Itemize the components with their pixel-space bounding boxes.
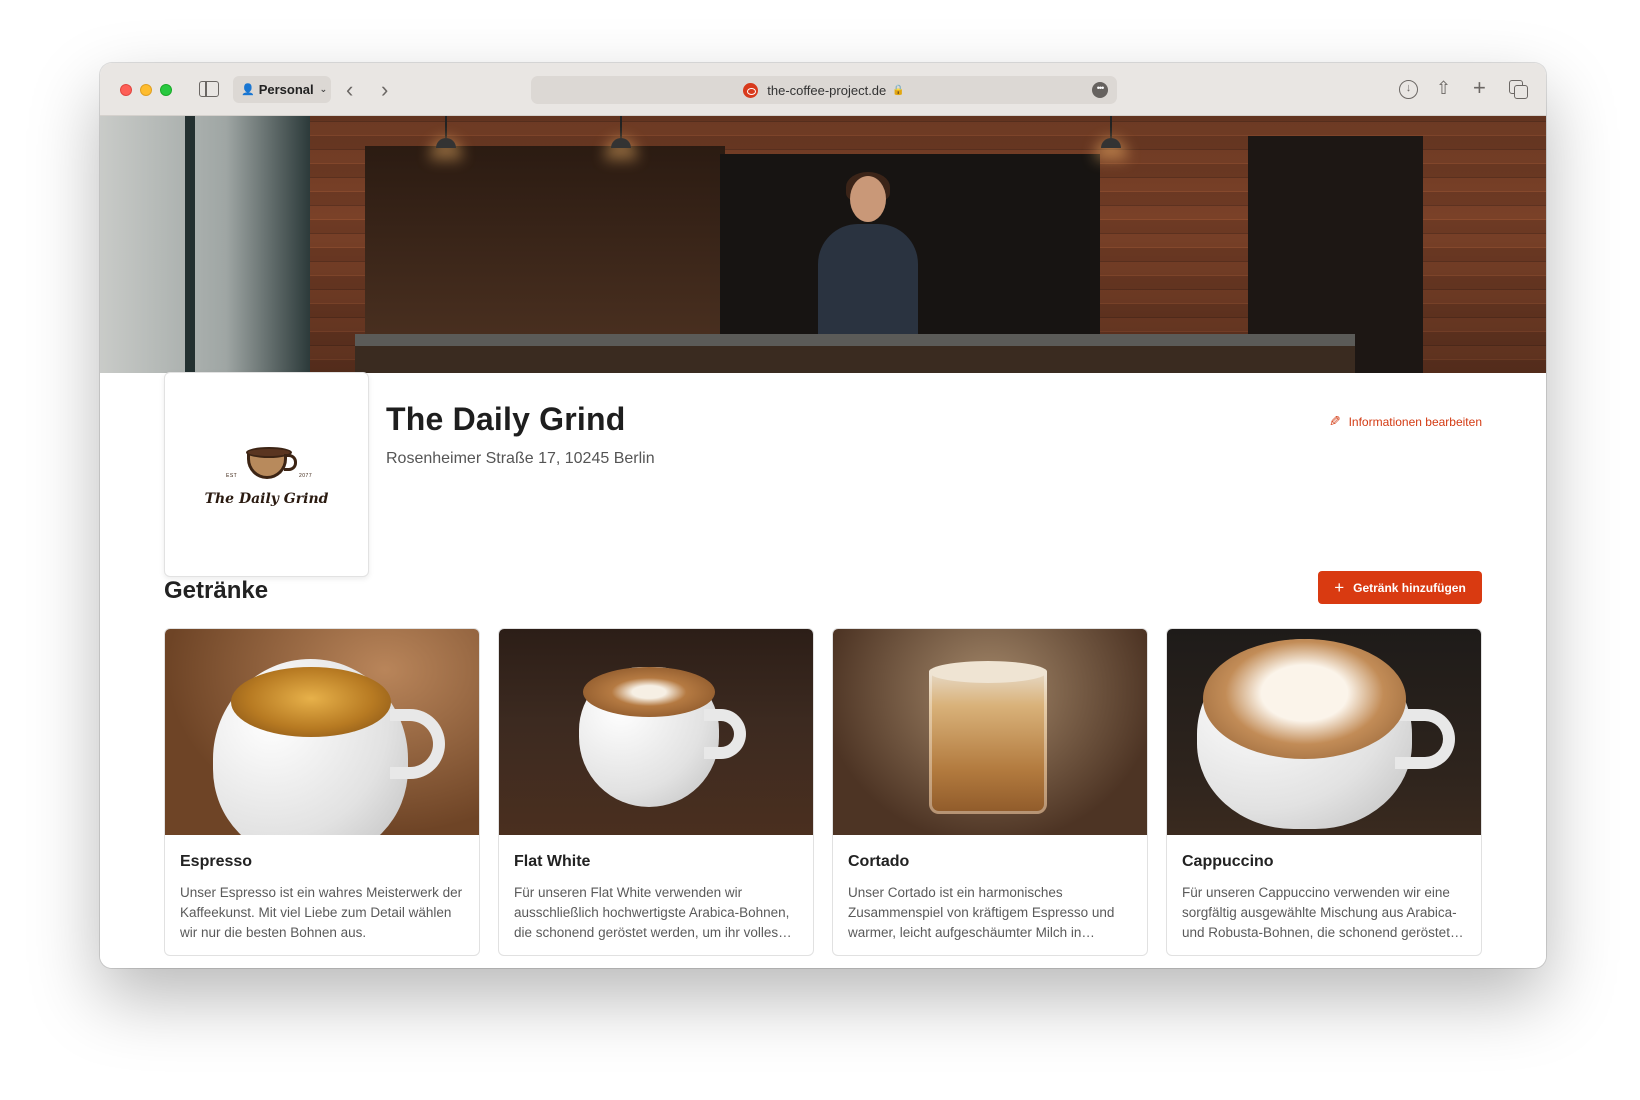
new-tab-icon[interactable]: + <box>1473 75 1486 101</box>
cafe-address: Rosenheimer Straße 17, 10245 Berlin <box>386 450 655 467</box>
close-window-button[interactable] <box>120 84 132 96</box>
plus-icon: + <box>1334 577 1345 597</box>
pencil-icon: ✎ <box>1328 413 1341 429</box>
person-icon: 👤 <box>241 84 255 96</box>
section-title: Getränke <box>164 577 269 604</box>
tab-overview-icon[interactable] <box>1509 80 1528 99</box>
hero-image <box>100 116 1546 373</box>
add-drink-label: Getränk hinzufügen <box>1353 580 1466 595</box>
drink-title: Cappuccino <box>1182 853 1274 870</box>
chevron-down-icon: ⌄ <box>319 84 328 94</box>
drink-description: Unser Cortado ist ein harmonisches Zusam… <box>848 885 1115 940</box>
logo-est: EST <box>226 473 238 479</box>
profile-label: Personal <box>258 82 314 97</box>
logo-name: The Daily Grind <box>204 491 329 507</box>
edit-info-label: Informationen bearbeiten <box>1348 414 1482 429</box>
page-title: The Daily Grind <box>386 401 626 437</box>
coffee-cup-icon <box>246 447 297 479</box>
browser-toolbar: 👤 Personal ⌄ ‹ › the-coffee-project.de 🔒… <box>100 63 1546 116</box>
drink-description: Für unseren Cappuccino verwenden wir ein… <box>1182 885 1457 940</box>
drink-card-espresso[interactable]: Espresso Unser Espresso ist ein wahres M… <box>164 628 480 956</box>
download-icon[interactable]: ↓ <box>1399 80 1418 99</box>
drink-card-cappuccino[interactable]: Cappuccino Für unseren Cappuccino verwen… <box>1166 628 1482 956</box>
page-menu-icon[interactable]: ••• <box>1092 82 1108 98</box>
drink-card-flat-white[interactable]: Flat White Für unseren Flat White verwen… <box>498 628 814 956</box>
drink-title: Cortado <box>848 853 910 870</box>
cappuccino-photo <box>1167 629 1481 835</box>
lock-icon: 🔒 <box>892 84 905 96</box>
minimize-window-button[interactable] <box>140 84 152 96</box>
forward-arrow-icon[interactable]: › <box>381 77 388 103</box>
drink-card-cortado[interactable]: Cortado Unser Cortado ist ein harmonisch… <box>832 628 1148 956</box>
drink-title: Flat White <box>514 853 591 870</box>
drink-list: Espresso Unser Espresso ist ein wahres M… <box>164 628 1482 968</box>
drink-description: Für unseren Flat White verwenden wir aus… <box>514 885 790 940</box>
url-text: the-coffee-project.de <box>767 82 887 98</box>
drink-description: Unser Espresso ist ein wahres Meisterwer… <box>180 885 463 940</box>
back-arrow-icon[interactable]: ‹ <box>346 77 353 103</box>
cafe-logo: EST 2077 The Daily Grind <box>164 372 369 577</box>
page-content: EST 2077 The Daily Grind The Daily Grind… <box>100 116 1546 968</box>
profile-menu-button[interactable]: 👤 Personal ⌄ <box>233 76 331 103</box>
espresso-photo <box>165 629 479 835</box>
add-drink-button[interactable]: + Getränk hinzufügen <box>1318 571 1482 604</box>
drink-title: Espresso <box>180 853 253 870</box>
zoom-window-button[interactable] <box>160 84 172 96</box>
edit-info-link[interactable]: ✎ Informationen bearbeiten <box>1329 413 1482 430</box>
logo-year: 2077 <box>299 473 313 479</box>
address-bar[interactable]: the-coffee-project.de 🔒 ••• <box>531 76 1117 104</box>
flat-white-photo <box>499 629 813 835</box>
share-icon[interactable]: ⇧ <box>1436 78 1451 99</box>
cortado-photo <box>833 629 1147 835</box>
site-favicon-icon <box>743 82 759 98</box>
sidebar-toggle-icon[interactable] <box>199 81 219 97</box>
browser-window: 👤 Personal ⌄ ‹ › the-coffee-project.de 🔒… <box>100 63 1546 968</box>
